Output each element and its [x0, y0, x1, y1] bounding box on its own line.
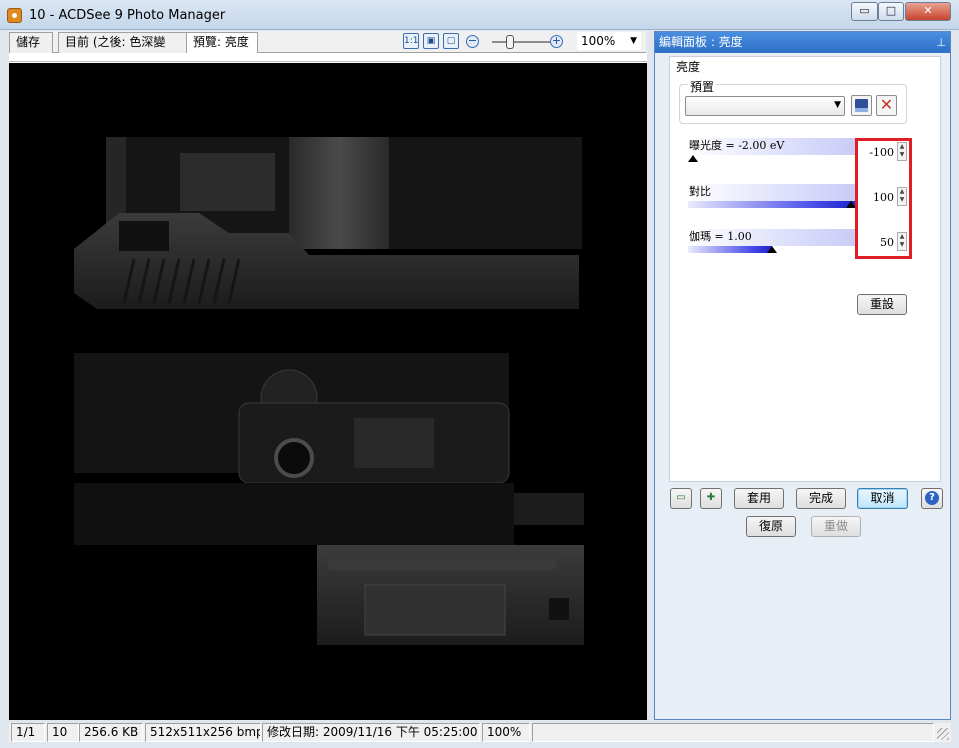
zoom-level-select[interactable]: 100% ▼	[577, 32, 641, 50]
slider-thumb[interactable]	[688, 155, 698, 162]
brightness-settings: 亮度 預置 ✕ 曝光度 = -2.00 eV -100 ▲▼ 對比	[669, 56, 941, 482]
done-button[interactable]: 完成	[796, 488, 846, 509]
contrast-label: 對比	[688, 184, 856, 201]
canvas-top-strip	[9, 53, 647, 62]
save-preset-icon[interactable]	[851, 95, 872, 116]
delete-preset-icon[interactable]: ✕	[876, 95, 897, 116]
contrast-slider-row: 對比	[688, 184, 856, 210]
status-dimensions: 512x511x256 bmp	[145, 723, 261, 742]
preset-group: 預置 ✕	[679, 78, 907, 124]
gamma-label: 伽瑪 = 1.00	[688, 229, 856, 246]
exposure-slider-row: 曝光度 = -2.00 eV	[688, 138, 856, 164]
section-title: 亮度	[676, 60, 701, 74]
window-titlebar: 10 - ACDSee 9 Photo Manager ▭ □ ✕	[0, 0, 959, 30]
minimize-button[interactable]: ▭	[851, 2, 878, 21]
fit-window-icon[interactable]: ▢	[443, 33, 459, 49]
add-effect-icon[interactable]: ✚	[700, 488, 722, 509]
tab-save[interactable]: 儲存	[9, 32, 53, 53]
edit-panel: 編輯面板 : 亮度 ⊥ 亮度 預置 ✕ 曝光度 = -2.00 eV -100 …	[654, 31, 951, 720]
pin-icon[interactable]: ⊥	[936, 32, 946, 53]
undo-button[interactable]: 復原	[746, 516, 796, 537]
zoom-level-value: 100%	[581, 34, 616, 48]
maximize-button[interactable]: □	[878, 2, 904, 21]
chevron-down-icon: ▼	[630, 36, 637, 46]
exposure-label: 曝光度 = -2.00 eV	[688, 138, 856, 155]
close-button[interactable]: ✕	[905, 2, 951, 21]
panel-title-text: 編輯面板 : 亮度	[659, 35, 743, 49]
highlight-box	[855, 138, 912, 259]
help-icon[interactable]	[921, 488, 943, 509]
one-to-one-icon[interactable]: 1:1	[403, 33, 419, 49]
status-bar: 1/1 10 256.6 KB 512x511x256 bmp 修改日期: 20…	[9, 723, 951, 742]
cancel-button[interactable]: 取消	[857, 488, 908, 509]
status-index: 10	[47, 723, 79, 742]
preset-label: 預置	[688, 78, 717, 95]
preset-select[interactable]	[685, 96, 845, 116]
editor-toolbar: 儲存 目前 (之後: 色深變更) 預覽: 亮度 1:1 ▣ ▢ − + 100%…	[9, 31, 646, 68]
acdsee-app-icon	[7, 8, 22, 23]
gamma-slider[interactable]	[688, 246, 856, 253]
image-preview-area	[9, 53, 647, 720]
image-canvas[interactable]	[9, 63, 647, 720]
resize-grip-icon[interactable]	[937, 728, 949, 740]
tab-current[interactable]: 目前 (之後: 色深變更)	[58, 32, 187, 68]
exposure-slider[interactable]	[688, 155, 856, 162]
status-filesize: 256.6 KB	[79, 723, 143, 742]
apply-button[interactable]: 套用	[734, 488, 784, 509]
status-extra	[532, 723, 934, 742]
zoom-in-icon[interactable]: +	[550, 35, 563, 48]
zoom-out-icon[interactable]: −	[466, 35, 479, 48]
fit-image-icon[interactable]: ▣	[423, 33, 439, 49]
redo-button[interactable]: 重做	[811, 516, 861, 537]
gamma-slider-row: 伽瑪 = 1.00	[688, 229, 856, 255]
zoom-slider-track[interactable]	[492, 41, 556, 43]
slider-fill	[688, 201, 856, 208]
window-title: 10 - ACDSee 9 Photo Manager	[29, 8, 226, 23]
contrast-slider[interactable]	[688, 201, 856, 208]
tab-preview[interactable]: 預覽: 亮度	[186, 32, 258, 53]
zoom-slider-thumb[interactable]	[506, 35, 514, 49]
slider-fill	[688, 246, 772, 253]
status-position: 1/1	[11, 723, 45, 742]
panel-title: 編輯面板 : 亮度 ⊥	[655, 32, 950, 53]
slider-thumb[interactable]	[767, 246, 777, 253]
status-zoom: 100%	[482, 723, 530, 742]
compare-icon[interactable]: ▭	[670, 488, 692, 509]
reset-button[interactable]: 重設	[857, 294, 907, 315]
status-modified-date: 修改日期: 2009/11/16 下午 05:25:00	[262, 723, 480, 742]
pistol-texture-image	[74, 137, 584, 645]
